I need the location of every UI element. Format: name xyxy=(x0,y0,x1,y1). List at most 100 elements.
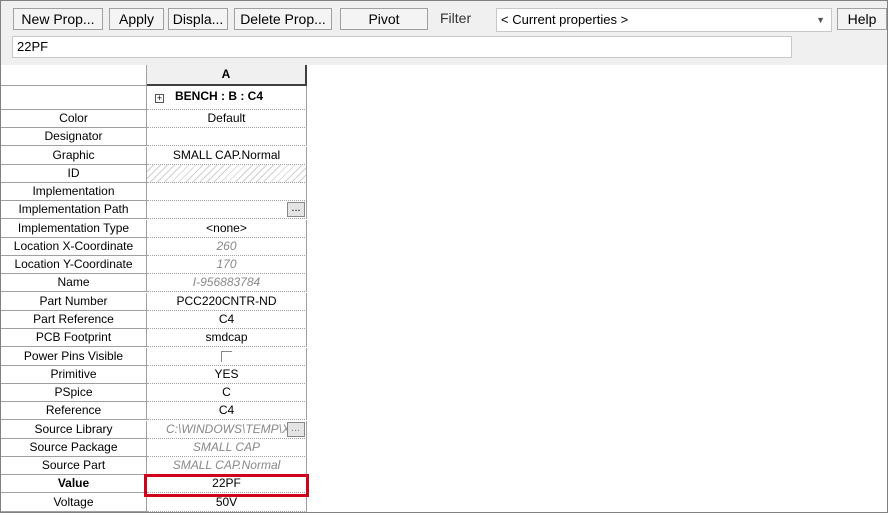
property-value-cell[interactable] xyxy=(147,164,307,183)
property-label[interactable]: Part Reference xyxy=(1,310,147,329)
property-value-cell[interactable]: 170 xyxy=(147,256,307,275)
property-value-cell[interactable]: 260 xyxy=(147,237,307,256)
property-value: PCC220CNTR-ND xyxy=(176,293,277,308)
property-value: I-956883784 xyxy=(192,275,261,290)
property-grid-area: A + BENCH : B : C4 Color Default Designato… xyxy=(1,65,887,512)
grid-corner xyxy=(1,65,147,86)
property-value: YES xyxy=(214,366,239,381)
property-value-cell[interactable]: C4 xyxy=(147,310,307,329)
chevron-down-icon: ▼ xyxy=(816,15,825,25)
property-label[interactable]: Designator xyxy=(1,128,147,147)
property-row: Implementation Path... xyxy=(1,201,308,220)
property-label[interactable]: Location X-Coordinate xyxy=(1,237,147,256)
property-label[interactable]: PCB Footprint xyxy=(1,329,147,348)
display-button[interactable]: Displa... xyxy=(168,8,228,30)
property-row: Designator xyxy=(1,128,308,147)
column-header-a[interactable]: A xyxy=(147,65,307,86)
filter-select[interactable]: < Current properties > ▼ xyxy=(496,8,832,32)
property-label[interactable]: Part Number xyxy=(1,292,147,311)
property-label[interactable]: Implementation Type xyxy=(1,219,147,238)
property-row: Power Pins Visible xyxy=(1,347,308,366)
help-button[interactable]: Help xyxy=(837,8,887,30)
property-value: SMALL CAP.Normal xyxy=(172,458,281,473)
property-value: <none> xyxy=(206,220,247,235)
ellipsis-icon[interactable]: ... xyxy=(287,202,305,218)
property-label[interactable]: Power Pins Visible xyxy=(1,347,147,366)
property-row: Name I-956883784 xyxy=(1,274,308,293)
power-pins-checkbox[interactable] xyxy=(221,350,232,362)
property-value: 170 xyxy=(216,257,237,272)
filter-select-value: < Current properties > xyxy=(501,12,629,27)
property-value-cell[interactable]: I-956883784 xyxy=(147,274,307,293)
property-value: smdcap xyxy=(205,330,248,345)
property-row: Reference C4 xyxy=(1,402,308,421)
object-header-label: BENCH : B : C4 xyxy=(175,89,264,103)
property-value-cell[interactable]: SMALL CAP xyxy=(147,438,307,457)
property-value-cell[interactable]: Default xyxy=(147,110,307,128)
property-value: SMALL CAP.Normal xyxy=(172,147,281,162)
property-value: Default xyxy=(207,111,246,125)
property-value-cell[interactable]: C:\WINDOWS\TEMP\X... xyxy=(147,420,307,439)
property-row: PSpice C xyxy=(1,384,308,403)
property-value-cell[interactable] xyxy=(147,128,307,147)
property-label[interactable]: Source Library xyxy=(1,420,147,439)
value-edit-field[interactable]: 22PF xyxy=(12,36,792,58)
property-label[interactable]: Reference xyxy=(1,402,147,421)
property-value-cell[interactable]: SMALL CAP.Normal xyxy=(147,457,307,476)
property-label[interactable]: Graphic xyxy=(1,146,147,165)
property-grid: A + BENCH : B : C4 Color Default Designato… xyxy=(1,65,309,512)
property-value: 260 xyxy=(216,238,237,253)
pivot-button[interactable]: Pivot xyxy=(340,8,428,30)
property-row: Location Y-Coordinate 170 xyxy=(1,256,308,275)
property-row: ID xyxy=(1,164,308,183)
property-label[interactable]: Implementation Path xyxy=(1,201,147,220)
object-header[interactable]: + BENCH : B : C4 xyxy=(147,86,307,110)
property-row: Implementation Type <none> xyxy=(1,219,308,238)
property-value: C4 xyxy=(218,311,235,326)
property-value-cell[interactable]: smdcap xyxy=(147,329,307,348)
new-property-button[interactable]: New Prop... xyxy=(13,8,103,30)
property-label[interactable]: Value xyxy=(1,475,147,494)
property-value-cell[interactable]: PCC220CNTR-ND xyxy=(147,292,307,311)
property-value-cell[interactable]: ... xyxy=(147,201,307,220)
property-value-cell[interactable]: SMALL CAP.Normal xyxy=(147,146,307,165)
selected-cell-highlight xyxy=(144,474,309,497)
property-row: Location X-Coordinate 260 xyxy=(1,237,308,256)
property-label[interactable]: Location Y-Coordinate xyxy=(1,256,147,275)
property-row: Primitive YES xyxy=(1,365,308,384)
property-label[interactable]: Implementation xyxy=(1,183,147,202)
property-row: Part Reference C4 xyxy=(1,310,308,329)
property-label[interactable]: Name xyxy=(1,274,147,293)
property-label[interactable]: Source Package xyxy=(1,438,147,457)
toolbar: New Prop... Apply Displa... Delete Prop.… xyxy=(1,1,887,65)
property-value-cell[interactable] xyxy=(147,183,307,202)
property-value: C:\WINDOWS\TEMP\X xyxy=(166,421,290,436)
property-value-cell[interactable]: C4 xyxy=(147,402,307,421)
property-value-cell[interactable]: YES xyxy=(147,365,307,384)
ellipsis-icon[interactable]: ... xyxy=(287,421,305,437)
apply-button[interactable]: Apply xyxy=(109,8,164,30)
property-value: SMALL CAP xyxy=(192,439,261,454)
property-value-cell[interactable]: <none> xyxy=(147,219,307,238)
property-editor-window: New Prop... Apply Displa... Delete Prop.… xyxy=(0,0,888,513)
property-row: Source Package SMALL CAP xyxy=(1,438,308,457)
property-value-cell[interactable] xyxy=(147,347,307,366)
property-row: PCB Footprint smdcap xyxy=(1,329,308,348)
property-label[interactable]: Source Part xyxy=(1,457,147,476)
property-row: Source Library C:\WINDOWS\TEMP\X... xyxy=(1,420,308,439)
object-header-spacer xyxy=(1,86,147,110)
delete-property-button[interactable]: Delete Prop... xyxy=(234,8,332,30)
property-label[interactable]: Voltage xyxy=(1,493,147,512)
plus-box-icon[interactable]: + xyxy=(155,94,164,103)
property-value: C4 xyxy=(218,403,235,418)
property-row: Color Default xyxy=(1,110,308,128)
property-value: C xyxy=(222,385,231,400)
property-label[interactable]: ID xyxy=(1,164,147,183)
property-label[interactable]: PSpice xyxy=(1,384,147,403)
property-row: Source Part SMALL CAP.Normal xyxy=(1,457,308,476)
property-row: Part Number PCC220CNTR-ND xyxy=(1,292,308,311)
property-row: Implementation xyxy=(1,183,308,202)
property-label[interactable]: Color xyxy=(1,110,147,128)
property-value-cell[interactable]: C xyxy=(147,384,307,403)
property-label[interactable]: Primitive xyxy=(1,365,147,384)
